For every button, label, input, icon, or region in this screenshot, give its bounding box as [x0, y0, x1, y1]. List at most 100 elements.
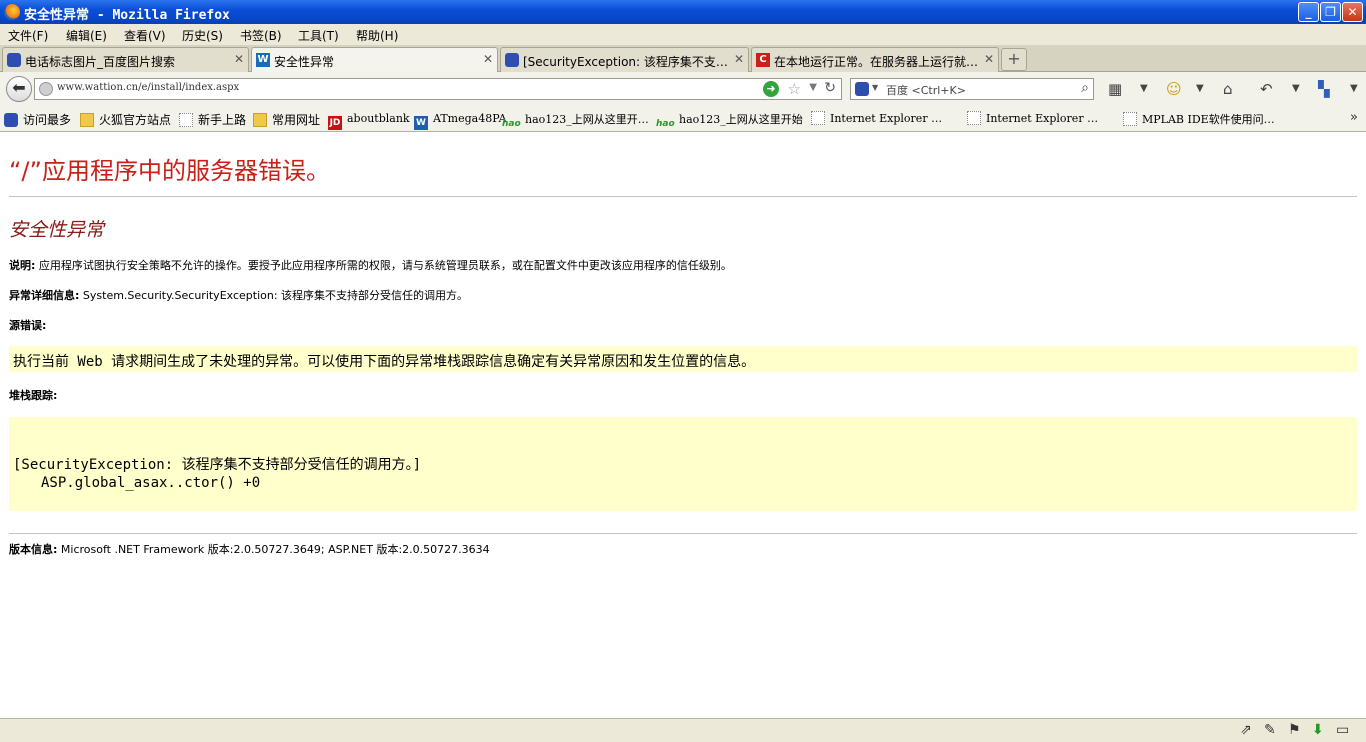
menu-tools[interactable]: 工具(T)	[298, 27, 339, 44]
window-title: 安全性异常 - Mozilla Firefox	[24, 8, 230, 23]
reload-icon[interactable]: ↻	[824, 80, 836, 96]
bookmark-hao123-1[interactable]: hao hao123_上网从这里开…	[502, 111, 649, 131]
exception-label: 异常详细信息:	[9, 289, 80, 302]
tab-security-exception[interactable]: W 安全性异常 ✕	[251, 47, 498, 73]
addons-grid-icon[interactable]: ▚	[1318, 81, 1330, 97]
screenshot-dropdown-icon[interactable]: ▼	[1140, 81, 1148, 97]
divider	[9, 533, 1357, 534]
search-bar[interactable]: ▼ 百度 <Ctrl+K> ⌕	[850, 78, 1094, 100]
tab-bar: 电话标志图片_百度图片搜索 ✕ W 安全性异常 ✕ [SecurityExcep…	[0, 45, 1366, 73]
page-content: “/”应用程序中的服务器错误。 安全性异常 说明: 应用程序试图执行安全策略不允…	[0, 133, 1366, 718]
stack-trace-line: [SecurityException: 该程序集不支持部分受信任的调用方。]	[13, 457, 422, 473]
bookmark-aboutblank[interactable]: JD aboutblank	[328, 111, 410, 130]
back-button[interactable]: ⬅	[6, 76, 32, 102]
open-external-icon[interactable]: ⇗	[1240, 722, 1252, 738]
search-input[interactable]: 百度 <Ctrl+K>	[886, 82, 966, 98]
bookmarks-overflow-chevron-icon[interactable]: »	[1350, 110, 1358, 125]
brush-tool-icon[interactable]: ✎	[1264, 722, 1276, 738]
menu-history[interactable]: 历史(S)	[182, 27, 223, 44]
bookmarks-bar: 访问最多 火狐官方站点 新手上路 常用网址 JD aboutblank W ATme…	[0, 105, 1366, 132]
csdn-icon: C	[756, 53, 770, 67]
bookmark-ie-1[interactable]: Internet Explorer …	[811, 111, 942, 125]
menu-edit[interactable]: 编辑(E)	[66, 27, 107, 44]
tab-baidu-images[interactable]: 电话标志图片_百度图片搜索 ✕	[2, 47, 249, 72]
description-paragraph: 说明: 应用程序试图执行安全策略不允许的操作。要授予此应用程序所需的权限，请与系…	[9, 257, 732, 273]
tab-security-exception-search[interactable]: [SecurityException: 该程序集不支… ✕	[500, 47, 749, 72]
folder-icon	[253, 113, 267, 127]
hao-logo-icon: hao	[656, 119, 675, 129]
bookmark-getting-started[interactable]: 新手上路	[179, 111, 246, 128]
tab-close-icon[interactable]: ✕	[734, 52, 744, 66]
close-window-button[interactable]: ✕	[1342, 2, 1363, 22]
stack-trace-heading: 堆栈跟踪:	[9, 389, 58, 402]
window-toggle-icon[interactable]: ▭	[1336, 722, 1349, 738]
flag-icon[interactable]: ⚑	[1288, 722, 1301, 738]
exception-text: System.Security.SecurityException: 该程序集不…	[82, 289, 469, 302]
menu-view[interactable]: 查看(V)	[124, 27, 166, 44]
menu-file[interactable]: 文件(F)	[8, 27, 48, 44]
bookmark-ie-2[interactable]: Internet Explorer …	[967, 111, 1098, 125]
home-icon[interactable]: ⌂	[1223, 81, 1233, 97]
bookmark-firefox-site[interactable]: 火狐官方站点	[80, 111, 171, 128]
minimize-button[interactable]: _	[1298, 2, 1319, 22]
engine-dropdown-icon[interactable]: ▼	[872, 83, 878, 92]
bookmark-common-sites[interactable]: 常用网址	[253, 111, 320, 128]
search-icon[interactable]: ⌕	[1081, 80, 1089, 96]
go-arrow-icon[interactable]: ➜	[763, 81, 779, 97]
emoticon-icon[interactable]: ☺	[1166, 81, 1182, 97]
tab-local-run[interactable]: C 在本地运行正常。在服务器上运行就… ✕	[751, 47, 999, 72]
bookmark-mplab[interactable]: MPLAB IDE软件使用问…	[1123, 111, 1275, 127]
url-bar[interactable]: www.wattion.cn/e/install/index.aspx ➜ ☆ …	[34, 78, 842, 100]
tab-label: [SecurityException: 该程序集不支…	[523, 55, 728, 69]
tab-close-icon[interactable]: ✕	[984, 52, 994, 66]
bookmark-star-icon[interactable]: ☆	[788, 80, 801, 98]
source-error-box: 执行当前 Web 请求期间生成了未处理的异常。可以使用下面的异常堆栈跟踪信息确定…	[9, 346, 1357, 372]
source-error-heading: 源错误:	[9, 319, 47, 332]
undo-dropdown-icon[interactable]: ▼	[1292, 81, 1300, 97]
hao-logo-icon: hao	[502, 119, 521, 129]
stack-trace-line: ASP.global_asax..ctor() +0	[41, 475, 261, 491]
restore-button[interactable]: ❐	[1320, 2, 1341, 22]
status-bar: ⇗ ✎ ⚑ ⬇ ▭	[0, 718, 1366, 742]
exception-paragraph: 异常详细信息: System.Security.SecurityExceptio…	[9, 287, 468, 303]
exception-title: 安全性异常	[9, 219, 105, 241]
page-icon	[967, 111, 981, 125]
screenshot-tool-icon[interactable]: ▦	[1108, 81, 1122, 97]
stack-trace-box: [SecurityException: 该程序集不支持部分受信任的调用方。] A…	[9, 417, 1357, 511]
navigation-bar: ⬅ www.wattion.cn/e/install/index.aspx ➜ …	[0, 72, 1366, 105]
version-text: Microsoft .NET Framework 版本:2.0.50727.36…	[60, 543, 490, 556]
baidu-paw-icon	[505, 53, 519, 67]
download-arrow-icon[interactable]: ⬇	[1312, 722, 1324, 738]
baidu-paw-icon	[7, 53, 21, 67]
version-paragraph: 版本信息: Microsoft .NET Framework 版本:2.0.50…	[9, 541, 490, 557]
undo-close-tab-icon[interactable]: ↶	[1260, 81, 1273, 97]
menu-bar: 文件(F) 编辑(E) 查看(V) 历史(S) 书签(B) 工具(T) 帮助(H…	[0, 24, 1366, 45]
divider	[9, 196, 1357, 197]
new-tab-button[interactable]: +	[1001, 48, 1027, 71]
menu-bookmarks[interactable]: 书签(B)	[240, 27, 282, 44]
page-icon	[179, 113, 193, 127]
bookmark-most-visited[interactable]: 访问最多	[4, 111, 71, 128]
page-icon	[811, 111, 825, 125]
emoticon-dropdown-icon[interactable]: ▼	[1196, 81, 1204, 97]
window-titlebar[interactable]: 安全性异常 - Mozilla Firefox _ ❐ ✕	[0, 0, 1366, 24]
page-icon	[1123, 112, 1137, 126]
addons-dropdown-icon[interactable]: ▼	[1350, 81, 1358, 97]
tab-close-icon[interactable]: ✕	[234, 52, 244, 66]
page-title: “/”应用程序中的服务器错误。	[9, 157, 330, 185]
tab-label: 电话标志图片_百度图片搜索	[25, 55, 176, 69]
url-input[interactable]: www.wattion.cn/e/install/index.aspx	[57, 82, 239, 93]
description-label: 说明:	[9, 259, 36, 272]
description-text: 应用程序试图执行安全策略不允许的操作。要授予此应用程序所需的权限，请与系统管理员…	[38, 259, 732, 272]
bookmark-hao123-2[interactable]: hao hao123_上网从这里开始	[656, 111, 803, 131]
tab-label: 在本地运行正常。在服务器上运行就…	[774, 55, 979, 69]
tab-close-icon[interactable]: ✕	[483, 52, 493, 66]
site-identity-icon[interactable]	[39, 82, 53, 96]
jd-logo-icon: JD	[328, 116, 342, 130]
url-dropdown-icon[interactable]: ▼	[809, 82, 817, 93]
tab-label: 安全性异常	[274, 55, 335, 69]
menu-help[interactable]: 帮助(H)	[356, 27, 398, 44]
bookmark-atmega48pa[interactable]: W ATmega48PA	[414, 111, 507, 130]
baidu-paw-icon[interactable]	[855, 82, 869, 96]
w-site-icon: W	[414, 116, 428, 130]
